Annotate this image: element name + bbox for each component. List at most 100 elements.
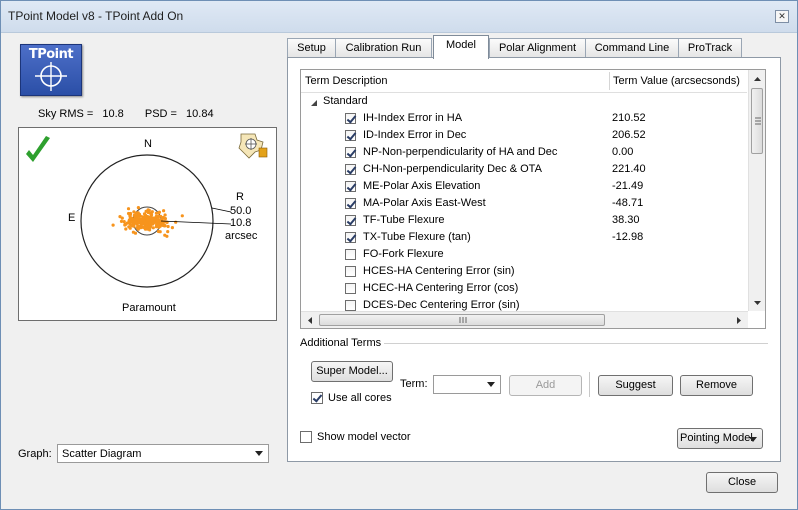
scroll-left-icon[interactable] bbox=[302, 312, 318, 329]
super-model-button[interactable]: Super Model... bbox=[311, 361, 393, 382]
use-all-cores-label: Use all cores bbox=[328, 392, 392, 404]
term-checkbox[interactable] bbox=[345, 198, 356, 209]
term-checkbox[interactable] bbox=[345, 130, 356, 141]
close-button[interactable]: Close bbox=[706, 472, 778, 493]
pointing-model-menu-button[interactable]: Pointing Model bbox=[677, 428, 763, 449]
window-close-button[interactable]: ✕ bbox=[775, 10, 789, 23]
suggest-button[interactable]: Suggest bbox=[598, 375, 673, 396]
scatter-point bbox=[142, 212, 147, 216]
checkmark-icon bbox=[26, 136, 50, 162]
scatter-point bbox=[128, 213, 132, 217]
scatter-point bbox=[160, 217, 164, 221]
vertical-scroll-thumb[interactable] bbox=[751, 88, 763, 154]
term-row[interactable]: NP-Non-perpendicularity of HA and Dec 0.0… bbox=[301, 145, 747, 162]
pointing-model-label: Pointing Model bbox=[680, 432, 753, 444]
term-checkbox[interactable] bbox=[345, 266, 356, 277]
scatter-point bbox=[166, 224, 170, 229]
term-label: DCES-Dec Centering Error (sin) bbox=[363, 299, 520, 311]
scatter-point bbox=[166, 230, 170, 234]
scatter-point bbox=[156, 224, 160, 228]
tab-command-line[interactable]: Command Line bbox=[585, 38, 679, 58]
vertical-scrollbar[interactable] bbox=[748, 70, 766, 311]
group-standard[interactable]: Standard bbox=[301, 94, 747, 111]
term-checkbox[interactable] bbox=[345, 215, 356, 226]
east-label: E bbox=[68, 212, 76, 224]
scatter-point bbox=[163, 224, 167, 228]
r-label: R bbox=[236, 191, 244, 203]
term-select[interactable] bbox=[433, 375, 501, 394]
term-value: 221.40 bbox=[612, 163, 646, 175]
term-label: Term: bbox=[400, 378, 428, 390]
term-row[interactable]: TX-Tube Flexure (tan) -12.98 bbox=[301, 230, 747, 247]
column-term-description[interactable]: Term Description bbox=[305, 75, 388, 87]
scroll-up-icon[interactable] bbox=[749, 71, 766, 87]
term-checkbox[interactable] bbox=[345, 113, 356, 124]
term-row[interactable]: CH-Non-perpendicularity Dec & OTA 221.40 bbox=[301, 162, 747, 179]
term-label: ME-Polar Axis Elevation bbox=[363, 180, 481, 192]
term-row[interactable]: IH-Index Error in HA 210.52 bbox=[301, 111, 747, 128]
term-value: -48.71 bbox=[612, 197, 644, 209]
term-row[interactable]: HCEC-HA Centering Error (cos) bbox=[301, 281, 747, 298]
scatter-point bbox=[145, 225, 149, 229]
sky-rms-value: 10.8 bbox=[102, 108, 124, 120]
remove-button[interactable]: Remove bbox=[680, 375, 753, 396]
scatter-plot: N E R 50.0 10.8 arcsec Paramount bbox=[18, 127, 277, 321]
term-row[interactable]: TF-Tube Flexure 38.30 bbox=[301, 213, 747, 230]
term-value: 0.00 bbox=[612, 146, 634, 158]
term-checkbox[interactable] bbox=[345, 300, 356, 311]
add-button[interactable]: Add bbox=[509, 375, 582, 396]
term-value: -12.98 bbox=[612, 231, 644, 243]
horizontal-scrollbar[interactable] bbox=[301, 311, 748, 329]
scatter-point bbox=[158, 230, 162, 234]
term-checkbox[interactable] bbox=[345, 164, 356, 175]
scatter-point bbox=[148, 216, 152, 220]
term-row[interactable]: HCES-HA Centering Error (sin) bbox=[301, 264, 747, 281]
term-value: 38.30 bbox=[612, 214, 640, 226]
scatter-point bbox=[125, 221, 129, 225]
term-checkbox[interactable] bbox=[345, 249, 356, 260]
scatter-point bbox=[143, 221, 147, 225]
term-checkbox[interactable] bbox=[345, 283, 356, 294]
graph-type-select[interactable]: Scatter Diagram bbox=[57, 444, 269, 463]
mount-config-icon bbox=[238, 133, 268, 159]
psd-label: PSD = bbox=[144, 108, 177, 120]
scatter-point bbox=[126, 207, 131, 211]
term-label: NP-Non-perpendicularity of HA and Dec bbox=[363, 146, 558, 158]
term-checkbox[interactable] bbox=[345, 147, 356, 158]
scroll-down-icon[interactable] bbox=[749, 295, 766, 311]
tab-polar-alignment[interactable]: Polar Alignment bbox=[489, 38, 586, 58]
scatter-point bbox=[163, 233, 167, 237]
term-label: ID-Index Error in Dec bbox=[363, 129, 467, 141]
tab-calibration-run[interactable]: Calibration Run bbox=[335, 38, 432, 58]
scatter-point bbox=[180, 214, 184, 218]
collapse-triangle-icon[interactable] bbox=[309, 98, 319, 108]
term-label: TX-Tube Flexure (tan) bbox=[363, 231, 471, 243]
column-term-value[interactable]: Term Value (arcsecsonds) bbox=[613, 75, 740, 87]
scroll-right-icon[interactable] bbox=[731, 312, 747, 329]
model-terms-tree[interactable]: Term Description Term Value (arcsecsonds… bbox=[300, 69, 766, 329]
scatter-point bbox=[146, 210, 150, 215]
tree-header: Term Description Term Value (arcsecsonds… bbox=[301, 70, 747, 93]
tab-protrack[interactable]: ProTrack bbox=[678, 38, 742, 58]
psd-value: 10.84 bbox=[186, 108, 214, 120]
tab-model[interactable]: Model bbox=[433, 35, 489, 59]
term-row[interactable]: ME-Polar Axis Elevation -21.49 bbox=[301, 179, 747, 196]
group-divider bbox=[384, 343, 768, 344]
scatter-point bbox=[148, 228, 152, 232]
scatter-point bbox=[142, 215, 147, 219]
r-outer-leader bbox=[211, 207, 232, 213]
term-row[interactable]: MA-Polar Axis East-West -48.71 bbox=[301, 196, 747, 213]
horizontal-scroll-thumb[interactable] bbox=[319, 314, 605, 326]
term-label: HCEC-HA Centering Error (cos) bbox=[363, 282, 519, 294]
term-row[interactable]: FO-Fork Flexure bbox=[301, 247, 747, 264]
use-all-cores-checkbox[interactable] bbox=[311, 392, 323, 404]
graph-type-value: Scatter Diagram bbox=[62, 448, 142, 460]
scatter-point bbox=[150, 218, 154, 223]
show-model-vector-checkbox[interactable] bbox=[300, 431, 312, 443]
term-checkbox[interactable] bbox=[345, 232, 356, 243]
tab-setup[interactable]: Setup bbox=[287, 38, 336, 58]
scatter-point bbox=[132, 224, 136, 228]
term-row[interactable]: ID-Index Error in Dec 206.52 bbox=[301, 128, 747, 145]
chevron-down-icon bbox=[749, 437, 757, 442]
term-checkbox[interactable] bbox=[345, 181, 356, 192]
